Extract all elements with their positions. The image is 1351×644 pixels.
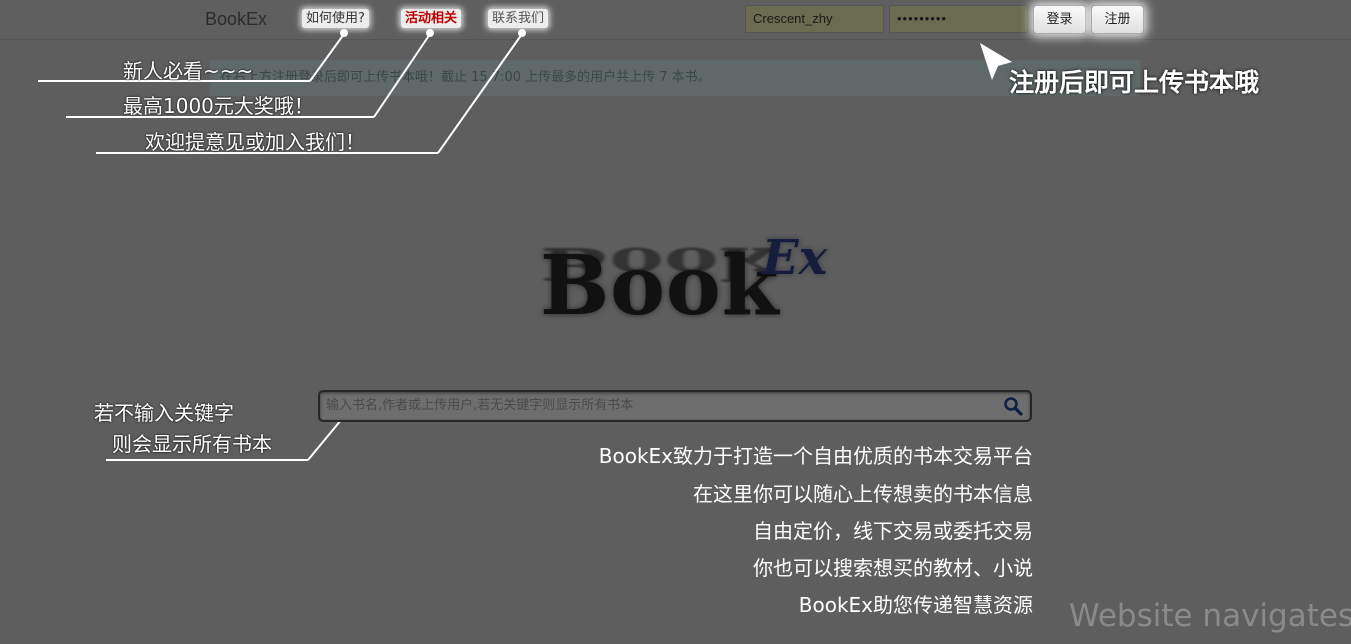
pointer-new-users [309,33,345,82]
search-box[interactable]: 输入书名,作者或上传用户,若无关键字则显示所有书本 [318,390,1032,422]
annotation-search-hint-2: 则会显示所有书本 [112,432,272,456]
annotation-feedback: 欢迎提意见或加入我们！ [145,130,365,154]
logo-ex: Ex [762,230,828,286]
arrow-cursor-register [980,43,1012,80]
slogan-line-4: 你也可以搜索想买的教材、小说 [753,556,1033,580]
slogan-line-1: BookEx致力于打造一个自由优质的书本交易平台 [598,444,1033,468]
search-input[interactable]: 输入书名,作者或上传用户,若无关键字则显示所有书本 [326,392,633,420]
search-icon[interactable] [1003,396,1023,420]
watermark-text: Website navigates [1069,598,1351,634]
annotation-register-hint: 注册后即可上传书本哦 [1009,68,1260,97]
dot-feedback [518,29,526,37]
dot-prize [426,29,434,37]
slogan-line-3: 自由定价，线下交易或委托交易 [753,519,1033,543]
pointer-feedback [437,33,523,154]
annotation-new-users: 新人必看~~~ [123,59,254,83]
slogan-line-2: 在这里你可以随心上传想卖的书本信息 [693,482,1033,506]
dot-new-users [340,29,348,37]
logo-book: Book [540,238,780,334]
annotation-prize: 最高1000元大奖哦！ [123,94,314,118]
pointer-prize [373,33,431,118]
annotation-search-hint-1: 若不输入关键字 [94,401,234,425]
slogan-line-5: BookEx助您传递智慧资源 [798,593,1033,617]
